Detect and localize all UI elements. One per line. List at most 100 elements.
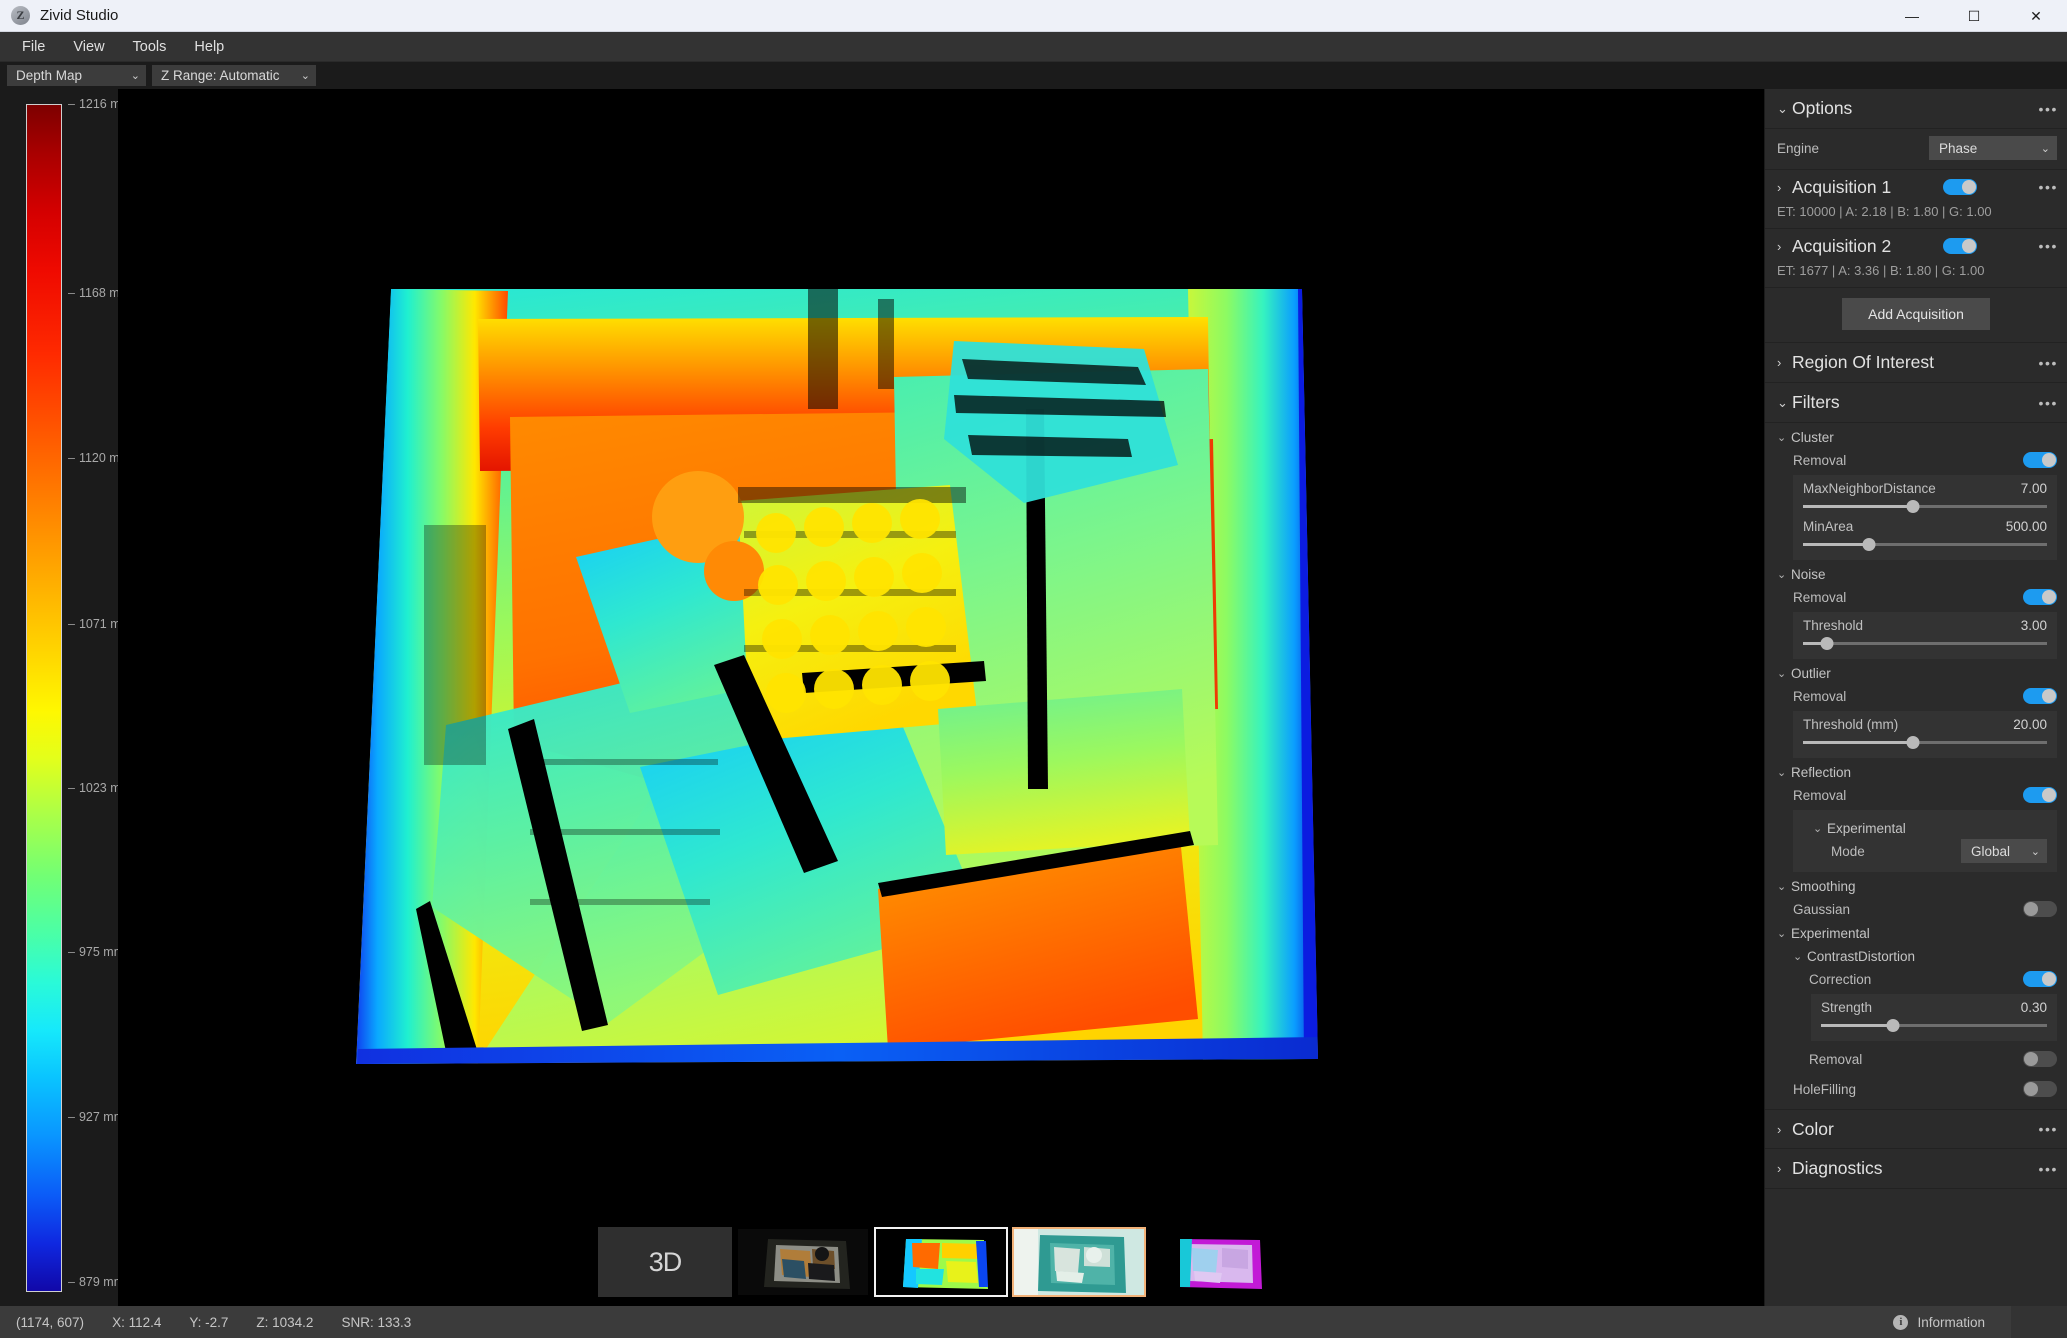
view-toolbar: Depth Map ⌄ Z Range: Automatic ⌄ — [0, 62, 2067, 89]
outlier-removal-toggle[interactable] — [2023, 688, 2057, 704]
reflection-mode-select[interactable]: Global ⌄ — [1961, 839, 2047, 863]
cd-removal-toggle[interactable] — [2023, 1051, 2057, 1067]
reflection-experimental-group[interactable]: ⌄ Experimental — [1803, 816, 2047, 839]
smoothing-gaussian-toggle[interactable] — [2023, 901, 2057, 917]
chevron-right-icon: › — [1777, 1161, 1782, 1176]
engine-select[interactable]: Phase ⌄ — [1929, 136, 2057, 160]
depth-map-viewport[interactable]: 3D — [118, 89, 1764, 1306]
filters-body: ⌄ Cluster Removal MaxNeighborDistance 7.… — [1765, 423, 2067, 1109]
cd-strength-box: Strength 0.30 — [1811, 994, 2057, 1041]
maxneighbordistance-row: MaxNeighborDistance 7.00 — [1803, 481, 2047, 496]
contrast-distortion-group[interactable]: ⌄ ContrastDistortion — [1777, 944, 2057, 967]
menu-view[interactable]: View — [59, 35, 118, 59]
colorbar-tick: –879 mm — [68, 1275, 124, 1289]
maxneighbordistance-slider[interactable] — [1803, 499, 2047, 513]
acquisition-2-overflow-icon[interactable]: ••• — [2028, 238, 2058, 254]
section-options[interactable]: ⌄ Options ••• — [1765, 89, 2067, 129]
reflection-experimental-label: Experimental — [1827, 821, 1906, 836]
chevron-down-icon: ⌄ — [1813, 823, 1823, 835]
noise-threshold-slider[interactable] — [1803, 636, 2047, 650]
filters-overflow-icon[interactable]: ••• — [2038, 395, 2058, 411]
options-body: Engine Phase ⌄ — [1765, 129, 2067, 170]
section-filters[interactable]: ⌄ Filters ••• — [1765, 383, 2067, 423]
add-acquisition-row: Add Acquisition — [1765, 288, 2067, 343]
tick-dash-icon: – — [68, 781, 75, 796]
status-bar: (1174, 607) X: 112.4 Y: -2.7 Z: 1034.2 S… — [0, 1306, 2067, 1338]
section-diagnostics[interactable]: › Diagnostics ••• — [1765, 1149, 2067, 1189]
tick-dash-icon: – — [68, 97, 75, 111]
minarea-slider[interactable] — [1803, 537, 2047, 551]
cluster-sliders: MaxNeighborDistance 7.00 MinArea 500.00 — [1793, 475, 2057, 560]
reflection-removal-label: Removal — [1793, 787, 1847, 803]
colorbar-tick: –975 mm — [68, 945, 124, 959]
section-region-of-interest[interactable]: › Region Of Interest ••• — [1765, 343, 2067, 383]
chevron-right-icon: › — [1777, 238, 1782, 254]
roi-overflow-icon[interactable]: ••• — [2038, 355, 2058, 371]
tick-dash-icon: – — [68, 945, 75, 960]
menu-help[interactable]: Help — [180, 35, 238, 59]
view-3d-button[interactable]: 3D — [598, 1227, 732, 1297]
reflection-mode-value: Global — [1971, 843, 2011, 859]
depth-colorbar-panel: –1216 mm –1168 mm –1120 mm –1071 mm –1023 mm… — [0, 89, 131, 1306]
chevron-right-icon: › — [1777, 355, 1782, 370]
depth-colorbar-gradient — [26, 104, 62, 1292]
filter-group-reflection[interactable]: ⌄ Reflection — [1777, 760, 2057, 783]
section-diagnostics-title: Diagnostics — [1792, 1158, 1883, 1178]
tick-dash-icon: – — [68, 451, 75, 466]
thumbnail-depth-map[interactable] — [874, 1227, 1008, 1297]
diagnostics-overflow-icon[interactable]: ••• — [2038, 1161, 2058, 1177]
acquisition-1-meta: ET: 10000 | A: 2.18 | B: 1.80 | G: 1.00 — [1777, 204, 1992, 219]
outlier-removal-label: Removal — [1793, 688, 1847, 704]
chevron-down-icon: ⌄ — [1793, 951, 1803, 963]
hole-filling-toggle[interactable] — [2023, 1081, 2057, 1097]
cd-correction-toggle[interactable] — [2023, 971, 2057, 987]
acquisition-1-toggle[interactable] — [1942, 179, 1977, 195]
filter-group-experimental[interactable]: ⌄ Experimental — [1777, 921, 2057, 944]
section-filters-title: Filters — [1792, 392, 1840, 412]
acquisition-2-header[interactable]: › Acquisition 2 ••• — [1765, 229, 2067, 263]
filter-group-cluster[interactable]: ⌄ Cluster — [1777, 425, 2057, 448]
thumbnail-normals-map[interactable] — [1150, 1227, 1284, 1297]
section-color[interactable]: › Color ••• — [1765, 1109, 2067, 1149]
outlier-threshold-slider[interactable] — [1803, 735, 2047, 749]
chevron-down-icon: ⌄ — [1777, 767, 1787, 779]
hole-filling-row: HoleFilling — [1777, 1077, 2057, 1101]
noise-removal-label: Removal — [1793, 589, 1847, 605]
filter-group-smoothing[interactable]: ⌄ Smoothing — [1777, 874, 2057, 897]
chevron-down-icon: ⌄ — [1777, 432, 1787, 444]
cd-strength-slider[interactable] — [1821, 1018, 2047, 1032]
smoothing-gaussian-label: Gaussian — [1793, 901, 1851, 917]
filter-group-outlier[interactable]: ⌄ Outlier — [1777, 661, 2057, 684]
noise-removal-row: Removal — [1777, 585, 2057, 609]
minimize-button[interactable]: — — [1881, 0, 1943, 32]
reflection-mode-label: Mode — [1831, 843, 1865, 859]
reflection-removal-row: Removal — [1777, 783, 2057, 807]
maximize-button[interactable]: ☐ — [1943, 0, 2005, 32]
minarea-value: 500.00 — [2005, 519, 2047, 534]
tick-dash-icon: – — [68, 285, 75, 300]
noise-removal-toggle[interactable] — [2023, 589, 2057, 605]
maxneighbordistance-label: MaxNeighborDistance — [1803, 481, 1936, 496]
view-mode-select[interactable]: Depth Map ⌄ — [7, 65, 146, 86]
noise-sliders: Threshold 3.00 — [1793, 612, 2057, 659]
acquisition-2-toggle[interactable] — [1942, 238, 1977, 254]
depth-map-render — [118, 89, 1764, 1306]
acquisition-1-overflow-icon[interactable]: ••• — [2028, 179, 2058, 195]
chevron-down-icon: ⌄ — [2040, 142, 2050, 155]
color-overflow-icon[interactable]: ••• — [2038, 1121, 2058, 1137]
menu-tools[interactable]: Tools — [119, 35, 181, 59]
close-button[interactable]: ✕ — [2005, 0, 2067, 32]
reflection-removal-toggle[interactable] — [2023, 787, 2057, 803]
information-button[interactable]: i Information — [1871, 1306, 2011, 1338]
chevron-down-icon: ⌄ — [1777, 881, 1787, 893]
thumbnail-snr-map[interactable] — [1012, 1227, 1146, 1297]
options-overflow-icon[interactable]: ••• — [2038, 101, 2058, 117]
cluster-removal-toggle[interactable] — [2023, 452, 2057, 468]
z-range-select[interactable]: Z Range: Automatic ⌄ — [152, 65, 316, 86]
acquisition-1-header[interactable]: › Acquisition 1 ••• — [1765, 170, 2067, 204]
add-acquisition-button[interactable]: Add Acquisition — [1842, 298, 1990, 330]
filter-group-noise[interactable]: ⌄ Noise — [1777, 562, 2057, 585]
menu-file[interactable]: File — [8, 35, 59, 59]
window-title: Zivid Studio — [40, 7, 119, 24]
thumbnail-point-cloud-rgb[interactable] — [736, 1227, 870, 1297]
